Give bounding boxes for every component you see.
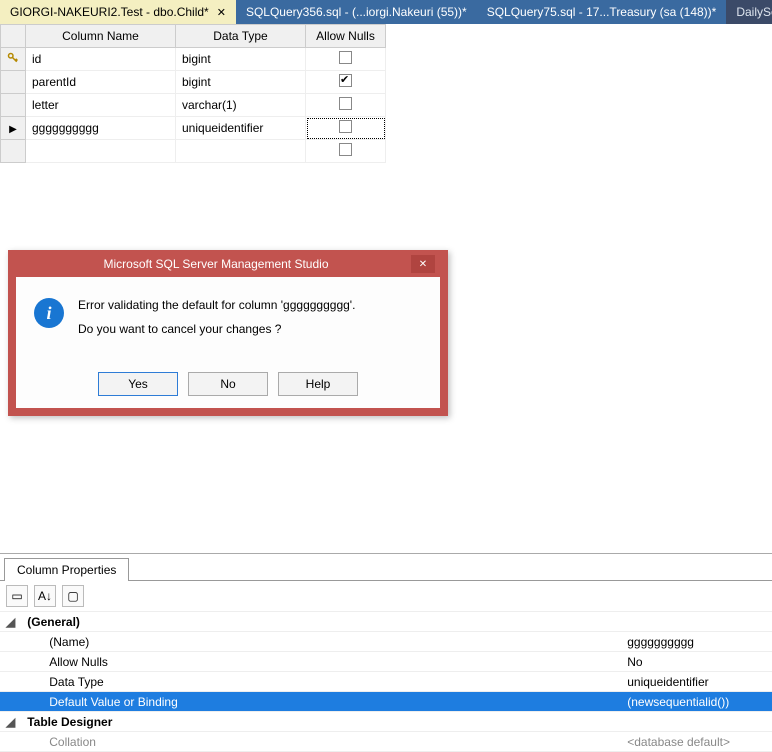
help-button[interactable]: Help bbox=[278, 372, 358, 396]
info-icon: i bbox=[34, 298, 64, 328]
allow-nulls-cell[interactable] bbox=[306, 71, 386, 94]
property-row[interactable]: (Name)gggggggggg bbox=[0, 632, 772, 652]
property-grid: ◢ (General) (Name)ggggggggggAllow NullsN… bbox=[0, 611, 772, 752]
property-label: Data Type bbox=[21, 672, 621, 692]
tab-label: DailySelect bbox=[736, 5, 772, 19]
property-row[interactable]: Default Value or Binding(newsequentialid… bbox=[0, 692, 772, 712]
row-selector[interactable] bbox=[1, 48, 26, 71]
rowheader-blank bbox=[1, 25, 26, 48]
alphabetical-button[interactable]: A↓ bbox=[34, 585, 56, 607]
dialog-title-text: Microsoft SQL Server Management Studio bbox=[21, 257, 411, 271]
properties-toolbar: ▭ A↓ ▢ bbox=[0, 581, 772, 611]
header-data-type[interactable]: Data Type bbox=[176, 25, 306, 48]
pages-icon: ▢ bbox=[67, 589, 78, 603]
primary-key-icon bbox=[7, 53, 19, 67]
tab-label: SQLQuery75.sql - 17...Treasury (sa (148)… bbox=[487, 5, 717, 19]
row-selector[interactable] bbox=[1, 94, 26, 117]
tab-dailyselect[interactable]: DailySelect bbox=[726, 0, 772, 24]
property-pages-button[interactable]: ▢ bbox=[62, 585, 84, 607]
column-properties-tab[interactable]: Column Properties bbox=[4, 558, 129, 581]
property-value[interactable]: uniqueidentifier bbox=[621, 672, 772, 692]
column-properties-pane: Column Properties ▭ A↓ ▢ ◢ (General) (Na… bbox=[0, 553, 772, 752]
allow-nulls-checkbox[interactable] bbox=[339, 97, 352, 110]
allow-nulls-cell[interactable] bbox=[306, 48, 386, 71]
sort-az-icon: A↓ bbox=[38, 589, 52, 603]
property-row[interactable]: Collation<database default> bbox=[0, 732, 772, 752]
column-name-cell[interactable]: letter bbox=[26, 94, 176, 117]
column-name-cell[interactable] bbox=[26, 140, 176, 163]
categorized-button[interactable]: ▭ bbox=[6, 585, 28, 607]
allow-nulls-cell[interactable] bbox=[306, 117, 386, 140]
header-column-name[interactable]: Column Name bbox=[26, 25, 176, 48]
collapse-toggle[interactable]: ◢ bbox=[0, 712, 21, 732]
category-table-designer: Table Designer bbox=[21, 712, 772, 732]
close-icon[interactable]: ✕ bbox=[411, 255, 435, 273]
tab-label: SQLQuery356.sql - (...iorgi.Nakeuri (55)… bbox=[246, 5, 467, 19]
property-value[interactable]: No bbox=[621, 652, 772, 672]
data-type-cell[interactable]: varchar(1) bbox=[176, 94, 306, 117]
allow-nulls-checkbox[interactable] bbox=[339, 74, 352, 87]
dialog-line1: Error validating the default for column … bbox=[78, 298, 355, 312]
table-row[interactable]: lettervarchar(1) bbox=[1, 94, 386, 117]
error-dialog: Microsoft SQL Server Management Studio ✕… bbox=[8, 250, 448, 416]
tab-label: GIORGI-NAKEURI2.Test - dbo.Child* bbox=[10, 5, 209, 19]
table-row[interactable]: parentIdbigint bbox=[1, 71, 386, 94]
property-value[interactable]: gggggggggg bbox=[621, 632, 772, 652]
property-row[interactable]: Data Typeuniqueidentifier bbox=[0, 672, 772, 692]
no-button[interactable]: No bbox=[188, 372, 268, 396]
allow-nulls-cell[interactable] bbox=[306, 140, 386, 163]
property-row[interactable]: Allow NullsNo bbox=[0, 652, 772, 672]
data-type-cell[interactable]: uniqueidentifier bbox=[176, 117, 306, 140]
document-tabstrip: GIORGI-NAKEURI2.Test - dbo.Child* ✕ SQLQ… bbox=[0, 0, 772, 24]
allow-nulls-checkbox[interactable] bbox=[339, 120, 352, 133]
table-designer-grid: Column Name Data Type Allow Nulls idbigi… bbox=[0, 24, 386, 163]
allow-nulls-checkbox[interactable] bbox=[339, 51, 352, 64]
table-row[interactable]: ▶ gggggggggguniqueidentifier bbox=[1, 117, 386, 140]
dialog-line2: Do you want to cancel your changes ? bbox=[78, 322, 355, 336]
property-label: Collation bbox=[21, 732, 621, 752]
yes-button[interactable]: Yes bbox=[98, 372, 178, 396]
tab-active[interactable]: GIORGI-NAKEURI2.Test - dbo.Child* ✕ bbox=[0, 0, 236, 24]
property-value[interactable]: <database default> bbox=[621, 732, 772, 752]
property-value[interactable]: (newsequentialid()) bbox=[621, 692, 772, 712]
dialog-titlebar[interactable]: Microsoft SQL Server Management Studio ✕ bbox=[15, 257, 441, 277]
category-general: (General) bbox=[21, 612, 772, 632]
property-label: (Name) bbox=[21, 632, 621, 652]
row-selector[interactable] bbox=[1, 71, 26, 94]
column-name-cell[interactable]: id bbox=[26, 48, 176, 71]
property-label: Allow Nulls bbox=[21, 652, 621, 672]
allow-nulls-cell[interactable] bbox=[306, 94, 386, 117]
data-type-cell[interactable]: bigint bbox=[176, 71, 306, 94]
data-type-cell[interactable]: bigint bbox=[176, 48, 306, 71]
column-name-cell[interactable]: gggggggggg bbox=[26, 117, 176, 140]
collapse-toggle[interactable]: ◢ bbox=[0, 612, 21, 632]
categorize-icon: ▭ bbox=[11, 589, 22, 603]
row-selector[interactable]: ▶ bbox=[1, 117, 26, 140]
table-row[interactable] bbox=[1, 140, 386, 163]
row-selector[interactable] bbox=[1, 140, 26, 163]
column-name-cell[interactable]: parentId bbox=[26, 71, 176, 94]
property-label: Default Value or Binding bbox=[21, 692, 621, 712]
close-icon[interactable]: ✕ bbox=[217, 6, 226, 19]
table-row[interactable]: idbigint bbox=[1, 48, 386, 71]
tab-query75[interactable]: SQLQuery75.sql - 17...Treasury (sa (148)… bbox=[477, 0, 727, 24]
current-row-icon: ▶ bbox=[9, 124, 17, 135]
tab-query356[interactable]: SQLQuery356.sql - (...iorgi.Nakeuri (55)… bbox=[236, 0, 477, 24]
dialog-message: Error validating the default for column … bbox=[78, 298, 355, 346]
header-allow-nulls[interactable]: Allow Nulls bbox=[306, 25, 386, 48]
allow-nulls-checkbox[interactable] bbox=[339, 143, 352, 156]
data-type-cell[interactable] bbox=[176, 140, 306, 163]
